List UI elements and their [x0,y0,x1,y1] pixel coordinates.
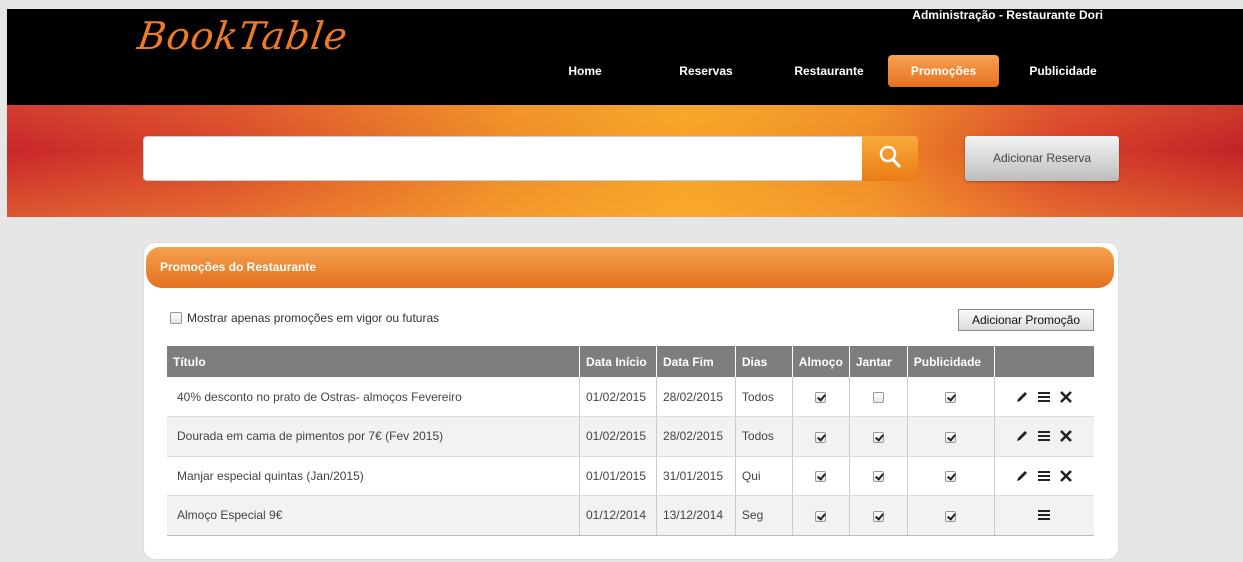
jantar-checkbox[interactable] [872,431,884,443]
edit-icon[interactable] [1015,469,1029,483]
row-actions [994,377,1094,417]
start-date: 01/02/2015 [579,416,657,457]
delete-icon[interactable] [1059,429,1073,443]
nav-home[interactable]: Home [555,55,615,87]
publicidade-cell [907,377,995,417]
promo-title: 40% desconto no prato de Ostras- almoços… [167,377,580,417]
almoco-cell [792,495,850,536]
search-button[interactable] [862,136,918,181]
nav-reservas[interactable]: Reservas [668,55,744,87]
almoco-checkbox[interactable] [815,431,827,443]
col-jantar[interactable]: Jantar [849,346,908,377]
publicidade-cell [907,416,995,457]
publicidade-checkbox[interactable] [945,431,957,443]
jantar-checkbox[interactable] [872,391,884,403]
publicidade-cell [907,456,995,496]
table-row: Manjar especial quintas (Jan/2015) 01/01/… [167,456,1094,496]
filter-label: Mostrar apenas promoções em vigor ou fut… [187,311,440,325]
admin-title: Administração - Restaurante Dori [912,8,1103,22]
almoco-cell [792,416,850,457]
list-icon[interactable] [1037,469,1051,483]
row-actions [994,416,1094,457]
search-icon [878,144,902,173]
table-row: 40% desconto no prato de Ostras- almoços… [167,377,1094,417]
search-input[interactable] [143,136,863,181]
col-publicidade[interactable]: Publicidade [907,346,995,377]
days: Qui [735,456,793,496]
almoco-cell [792,456,850,496]
table-header-row: Título Data Início Data Fim Dias Almoço … [167,346,1094,377]
filter-checkbox[interactable] [170,312,182,324]
nav-restaurante[interactable]: Restaurante [782,55,876,87]
row-actions [994,456,1094,496]
days: Seg [735,495,793,536]
promo-title: Almoço Especial 9€ [167,495,580,536]
almoco-checkbox[interactable] [815,510,827,522]
days: Todos [735,416,793,457]
almoco-checkbox[interactable] [815,471,827,483]
delete-icon[interactable] [1059,469,1073,483]
nav-promocoes[interactable]: Promoções [888,55,999,87]
edit-icon[interactable] [1015,429,1029,443]
publicidade-checkbox[interactable] [945,391,957,403]
add-promotion-button[interactable]: Adicionar Promoção [958,309,1094,331]
publicidade-cell [907,495,995,536]
row-actions [994,495,1094,536]
jantar-cell [849,456,908,496]
col-data-fim[interactable]: Data Fim [656,346,736,377]
start-date: 01/12/2014 [579,495,657,536]
list-icon[interactable] [1037,429,1051,443]
start-date: 01/02/2015 [579,377,657,417]
col-titulo[interactable]: Título [167,346,580,377]
publicidade-checkbox[interactable] [945,471,957,483]
col-almoco[interactable]: Almoço [792,346,850,377]
col-data-inicio[interactable]: Data Início [579,346,657,377]
filter-current-promotions[interactable]: Mostrar apenas promoções em vigor ou fut… [170,311,439,325]
end-date: 28/02/2015 [656,416,736,457]
nav-publicidade[interactable]: Publicidade [1020,55,1106,87]
start-date: 01/01/2015 [579,456,657,496]
end-date: 31/01/2015 [656,456,736,496]
edit-icon[interactable] [1015,390,1029,404]
panel-title: Promoções do Restaurante [146,247,1114,288]
jantar-checkbox[interactable] [872,471,884,483]
promo-title: Manjar especial quintas (Jan/2015) [167,456,580,496]
col-actions [994,346,1094,377]
col-dias[interactable]: Dias [735,346,793,377]
list-icon[interactable] [1037,390,1051,404]
list-icon[interactable] [1037,508,1051,522]
almoco-cell [792,377,850,417]
table-row: Dourada em cama de pimentos por 7€ (Fev … [167,416,1094,457]
end-date: 28/02/2015 [656,377,736,417]
days: Todos [735,377,793,417]
publicidade-checkbox[interactable] [945,510,957,522]
promo-title: Dourada em cama de pimentos por 7€ (Fev … [167,416,580,457]
jantar-cell [849,377,908,417]
jantar-cell [849,416,908,457]
booktable-logo[interactable]: BookTable [135,14,351,58]
jantar-checkbox[interactable] [872,510,884,522]
table-row: Almoço Especial 9€ 01/12/2014 13/12/2014 Se… [167,495,1094,536]
add-reservation-button[interactable]: Adicionar Reserva [965,136,1119,181]
promotions-table: Título Data Início Data Fim Dias Almoço … [167,346,1094,536]
jantar-cell [849,495,908,536]
end-date: 13/12/2014 [656,495,736,536]
delete-icon[interactable] [1059,390,1073,404]
almoco-checkbox[interactable] [815,391,827,403]
